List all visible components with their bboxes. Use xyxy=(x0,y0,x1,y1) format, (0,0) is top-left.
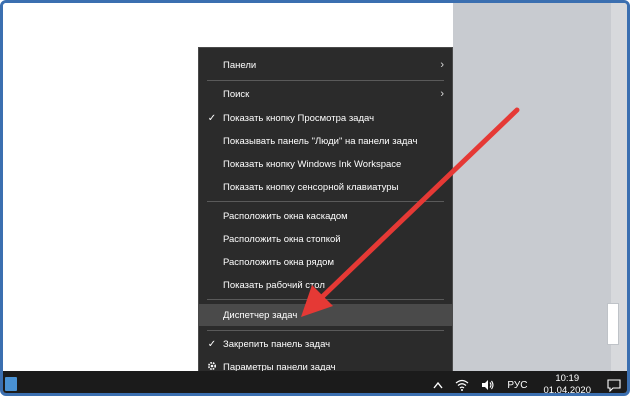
taskbar-context-menu: Панели › Поиск › ✓ Показать кнопку Просм… xyxy=(198,47,453,383)
menu-item-label: Закрепить панель задач xyxy=(223,338,331,350)
menu-item-label: Показать рабочий стол xyxy=(223,279,325,291)
menu-item-show-ink-workspace[interactable]: Показать кнопку Windows Ink Workspace xyxy=(199,153,452,175)
menu-item-stack[interactable]: Расположить окна стопкой xyxy=(199,228,452,250)
menu-item-show-desktop[interactable]: Показать рабочий стол xyxy=(199,274,452,296)
chevron-right-icon: › xyxy=(440,59,444,71)
checkmark-icon: ✓ xyxy=(207,338,217,350)
wifi-icon[interactable] xyxy=(449,371,475,393)
clock[interactable]: 10:19 01.04.2020 xyxy=(533,373,601,396)
menu-item-label: Диспетчер задач xyxy=(223,309,298,321)
menu-item-label: Показывать панель "Люди" на панели задач xyxy=(223,135,418,147)
menu-separator xyxy=(207,330,444,331)
menu-item-show-touch-keyboard[interactable]: Показать кнопку сенсорной клавиатуры xyxy=(199,176,452,198)
menu-item-panels[interactable]: Панели › xyxy=(199,54,452,76)
menu-item-side-by-side[interactable]: Расположить окна рядом xyxy=(199,251,452,273)
screenshot-frame: Панели › Поиск › ✓ Показать кнопку Просм… xyxy=(0,0,630,396)
system-tray: РУС 10:19 01.04.2020 xyxy=(427,371,627,396)
menu-item-label: Панели xyxy=(223,59,257,71)
taskbar: РУС 10:19 01.04.2020 xyxy=(3,371,627,396)
menu-item-lock-taskbar[interactable]: ✓ Закрепить панель задач xyxy=(199,333,452,355)
clock-time: 10:19 xyxy=(555,373,580,384)
menu-item-label: Поиск xyxy=(223,88,250,100)
chevron-up-icon[interactable] xyxy=(427,371,449,393)
menu-item-task-manager[interactable]: Диспетчер задач xyxy=(199,304,452,326)
menu-item-label: Показать кнопку Windows Ink Workspace xyxy=(223,158,402,170)
scrollbar-thumb[interactable] xyxy=(607,303,619,345)
menu-item-show-task-view[interactable]: ✓ Показать кнопку Просмотра задач xyxy=(199,107,452,129)
taskbar-app-icon[interactable] xyxy=(5,377,17,391)
menu-item-label: Расположить окна каскадом xyxy=(223,210,348,222)
menu-separator xyxy=(207,80,444,81)
menu-item-show-people[interactable]: Показывать панель "Люди" на панели задач xyxy=(199,130,452,152)
volume-icon[interactable] xyxy=(475,371,501,393)
menu-item-label: Показать кнопку Просмотра задач xyxy=(223,112,375,124)
menu-item-label: Расположить окна рядом xyxy=(223,256,334,268)
chevron-right-icon: › xyxy=(440,88,444,100)
menu-separator xyxy=(207,201,444,202)
menu-item-search[interactable]: Поиск › xyxy=(199,83,452,105)
menu-item-label: Расположить окна стопкой xyxy=(223,233,341,245)
notification-icon[interactable] xyxy=(601,371,627,393)
language-indicator[interactable]: РУС xyxy=(501,371,533,393)
clock-date: 01.04.2020 xyxy=(543,385,591,396)
menu-item-label: Показать кнопку сенсорной клавиатуры xyxy=(223,181,399,193)
menu-item-cascade[interactable]: Расположить окна каскадом xyxy=(199,205,452,227)
checkmark-icon: ✓ xyxy=(207,112,217,124)
menu-separator xyxy=(207,299,444,300)
background-window xyxy=(453,3,627,371)
